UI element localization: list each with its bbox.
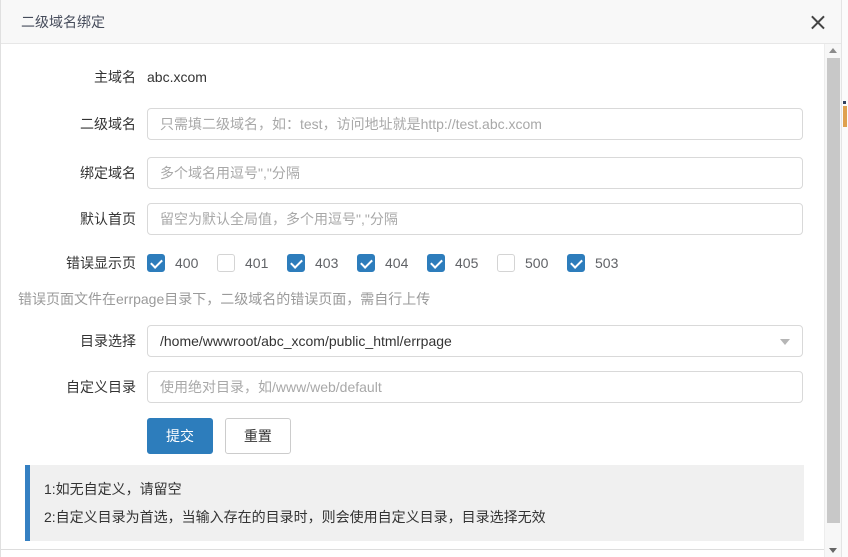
tips-line-2: 2:自定义目录为首选，当输入存在的目录时，则会使用自定义目录，目录选择无效 — [44, 503, 790, 531]
bottom-divider — [1, 549, 825, 550]
bind-domain-input[interactable] — [147, 157, 803, 189]
checkbox-item-500[interactable]: 500 — [497, 254, 552, 272]
checkbox-label-403: 403 — [315, 255, 342, 271]
scrollbar-thumb[interactable] — [827, 58, 840, 523]
default-index-input[interactable] — [147, 203, 803, 235]
checkbox-401[interactable] — [217, 254, 235, 272]
default-index-row: 默认首页 — [1, 203, 825, 235]
bind-domain-row: 绑定域名 — [1, 157, 825, 189]
error-pages-label: 错误显示页 — [1, 253, 136, 273]
page-edge-artifact — [843, 106, 847, 127]
checkbox-label-404: 404 — [385, 255, 412, 271]
vertical-scrollbar[interactable] — [824, 44, 841, 557]
dir-select-row: 目录选择 /home/wwwroot/abc_xcom/public_html/… — [1, 325, 825, 357]
dialog-body: 主域名 abc.xcom 二级域名 绑定域名 默认首页 错误显示页 400 — [1, 44, 825, 541]
dir-select-value: /home/wwwroot/abc_xcom/public_html/errpa… — [160, 333, 452, 349]
custom-dir-label: 自定义目录 — [1, 377, 136, 397]
subdomain-input[interactable] — [147, 108, 803, 140]
button-row: 提交 重置 — [147, 418, 825, 454]
page-edge-dot — [843, 101, 846, 104]
checkbox-item-403[interactable]: 403 — [287, 254, 342, 272]
subdomain-bind-dialog: 二级域名绑定 × 主域名 abc.xcom 二级域名 绑定域名 默认首页 错误显… — [0, 0, 848, 557]
checkbox-400[interactable] — [147, 254, 165, 272]
checkbox-404[interactable] — [357, 254, 375, 272]
reset-button[interactable]: 重置 — [225, 418, 291, 454]
checkbox-500[interactable] — [497, 254, 515, 272]
checkbox-405[interactable] — [427, 254, 445, 272]
checkbox-label-500: 500 — [525, 255, 552, 271]
bind-domain-label: 绑定域名 — [1, 163, 136, 183]
checkbox-label-503: 503 — [595, 255, 622, 271]
main-domain-value: abc.xcom — [147, 69, 207, 85]
checkbox-item-404[interactable]: 404 — [357, 254, 412, 272]
checkbox-item-400[interactable]: 400 — [147, 254, 202, 272]
dir-select-dropdown[interactable]: /home/wwwroot/abc_xcom/public_html/errpa… — [147, 325, 803, 357]
scroll-down-icon[interactable] — [825, 543, 842, 557]
subdomain-label: 二级域名 — [1, 114, 136, 134]
chevron-down-icon — [780, 339, 790, 345]
checkbox-label-400: 400 — [175, 255, 202, 271]
main-domain-row: 主域名 abc.xcom — [1, 66, 825, 88]
default-index-label: 默认首页 — [1, 209, 136, 229]
custom-dir-row: 自定义目录 — [1, 371, 825, 403]
checkbox-label-405: 405 — [455, 255, 482, 271]
custom-dir-input[interactable] — [147, 371, 803, 403]
checkbox-item-503[interactable]: 503 — [567, 254, 622, 272]
checkbox-503[interactable] — [567, 254, 585, 272]
scroll-up-icon[interactable] — [825, 44, 842, 58]
page-edge-strip — [841, 0, 848, 557]
dialog-header: 二级域名绑定 × — [1, 0, 848, 44]
error-pages-note: 错误页面文件在errpage目录下，二级域名的错误页面，需自行上传 — [18, 291, 825, 307]
subdomain-row: 二级域名 — [1, 108, 825, 140]
dir-select-label: 目录选择 — [1, 331, 136, 351]
checkbox-403[interactable] — [287, 254, 305, 272]
checkbox-label-401: 401 — [245, 255, 272, 271]
dialog-title: 二级域名绑定 — [21, 12, 105, 32]
tips-box: 1:如无自定义，请留空 2:自定义目录为首选，当输入存在的目录时，则会使用自定义… — [25, 465, 804, 541]
main-domain-label: 主域名 — [1, 67, 136, 87]
error-pages-row: 错误显示页 400 401 403 404 — [1, 253, 825, 273]
checkbox-item-405[interactable]: 405 — [427, 254, 482, 272]
close-icon[interactable]: × — [808, 10, 828, 34]
checkbox-item-401[interactable]: 401 — [217, 254, 272, 272]
submit-button[interactable]: 提交 — [147, 418, 213, 454]
error-pages-group: 400 401 403 404 405 — [147, 254, 637, 272]
tips-line-1: 1:如无自定义，请留空 — [44, 475, 790, 503]
